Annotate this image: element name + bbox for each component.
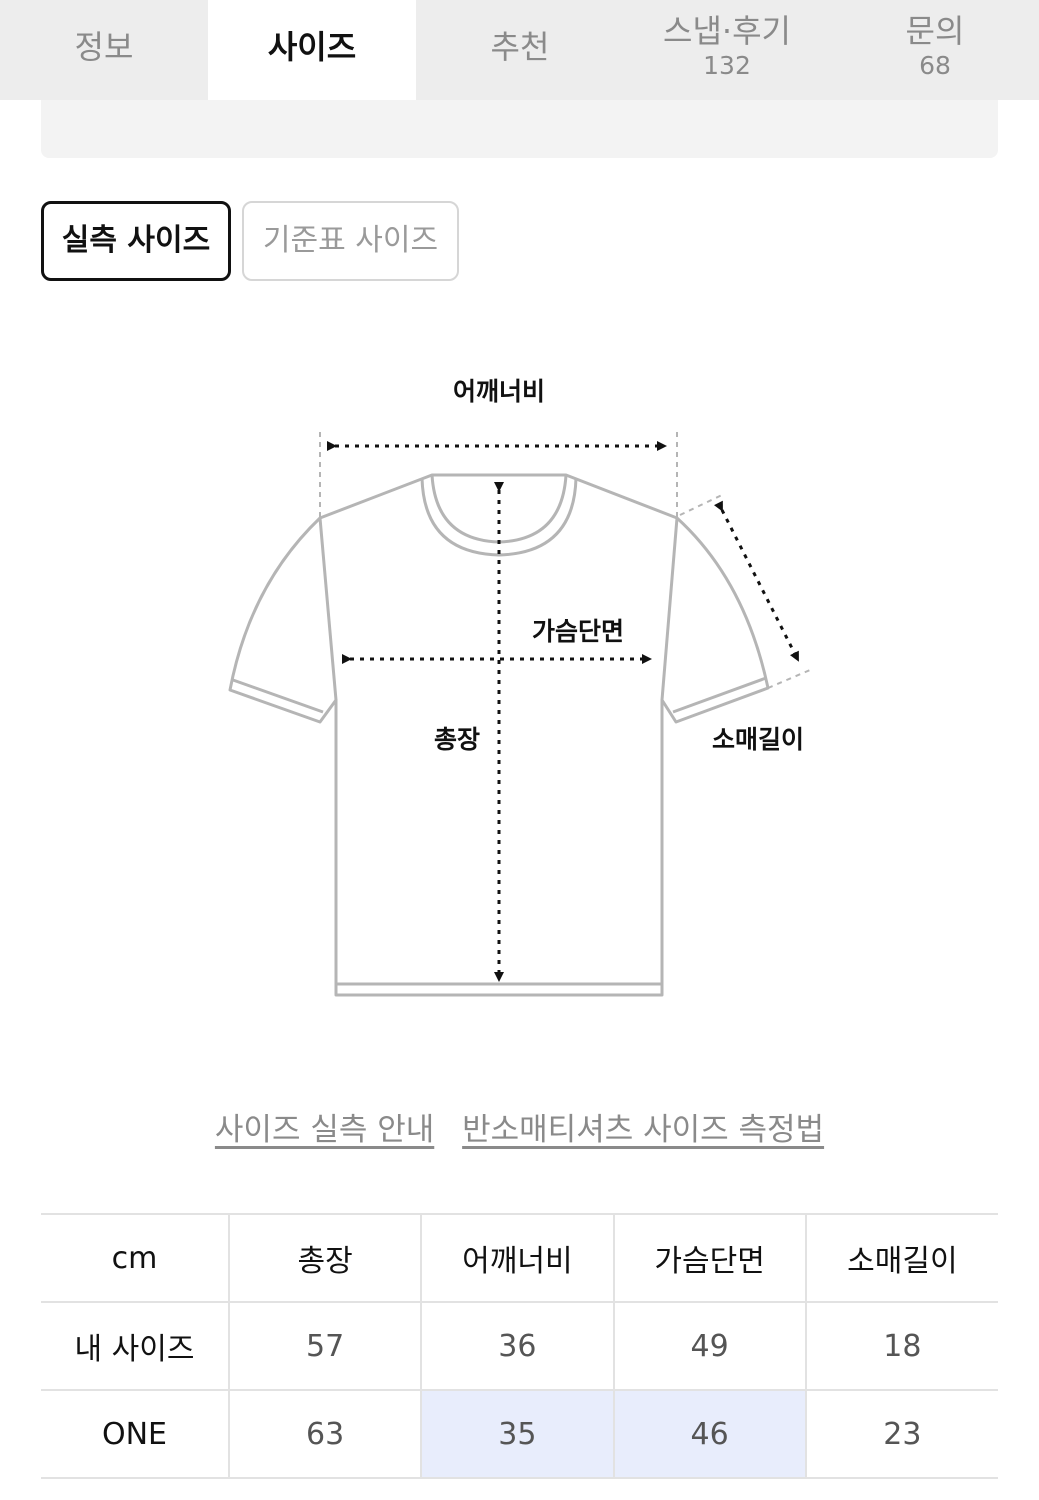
tshirt-measure-method-link[interactable]: 반소매티셔츠 사이즈 측정법	[462, 1112, 824, 1148]
tab-recommend-label: 추천	[490, 28, 550, 66]
table-cell-highlighted: 35	[420, 1389, 614, 1479]
shoulder-label: 어깨너비	[453, 377, 545, 406]
sleeve-label: 소매길이	[712, 725, 804, 754]
header-sleeve: 소매길이	[804, 1213, 998, 1303]
tab-info-label: 정보	[74, 28, 134, 66]
tab-size[interactable]: 사이즈	[208, 0, 416, 100]
table-cell-highlighted: 46	[612, 1389, 806, 1479]
header-chest: 가슴단면	[612, 1213, 806, 1303]
tab-inquiry[interactable]: 문의 68	[831, 0, 1039, 100]
tab-info[interactable]: 정보	[0, 0, 208, 100]
size-table: cm 총장 어깨너비 가슴단면 소매길이 내 사이즈 57 36 49 18 O…	[41, 1213, 998, 1479]
table-cell: 36	[420, 1301, 614, 1391]
table-cell: 63	[227, 1389, 422, 1479]
tab-bar: 정보 사이즈 추천 스냅·후기 132 문의 68	[0, 0, 1039, 100]
standard-size-button[interactable]: 기준표 사이즈	[242, 201, 459, 281]
row-label-one: ONE	[41, 1389, 229, 1479]
table-cell: 23	[804, 1389, 998, 1479]
table-row: ONE 63 35 46 23	[41, 1389, 998, 1479]
tab-inquiry-label: 문의	[905, 12, 965, 50]
size-guide-links: 사이즈 실측 안내 반소매티셔츠 사이즈 측정법	[0, 1104, 1039, 1149]
table-cell: 49	[612, 1301, 806, 1391]
tab-snap-review-count: 132	[703, 51, 751, 80]
header-shoulder: 어깨너비	[420, 1213, 614, 1303]
chest-label: 가슴단면	[532, 617, 624, 646]
notice-box	[41, 100, 998, 158]
tab-snap-review-label: 스냅·후기	[663, 12, 791, 50]
unit-header: cm	[41, 1213, 229, 1303]
table-header-row: cm 총장 어깨너비 가슴단면 소매길이	[41, 1213, 998, 1303]
tab-size-label: 사이즈	[267, 28, 357, 66]
size-measure-guide-link[interactable]: 사이즈 실측 안내	[215, 1112, 434, 1148]
tab-inquiry-count: 68	[919, 51, 951, 80]
measured-size-button[interactable]: 실측 사이즈	[41, 201, 231, 281]
tshirt-size-diagram: 어깨너비 가슴단면 총장 소매길이	[0, 340, 1039, 1040]
table-row: 내 사이즈 57 36 49 18	[41, 1301, 998, 1391]
tab-snap-review[interactable]: 스냅·후기 132	[623, 0, 831, 100]
header-length: 총장	[227, 1213, 422, 1303]
table-cell: 57	[227, 1301, 422, 1391]
tab-recommend[interactable]: 추천	[416, 0, 624, 100]
table-cell: 18	[804, 1301, 998, 1391]
row-label-my-size: 내 사이즈	[41, 1301, 229, 1391]
length-label: 총장	[434, 725, 480, 754]
